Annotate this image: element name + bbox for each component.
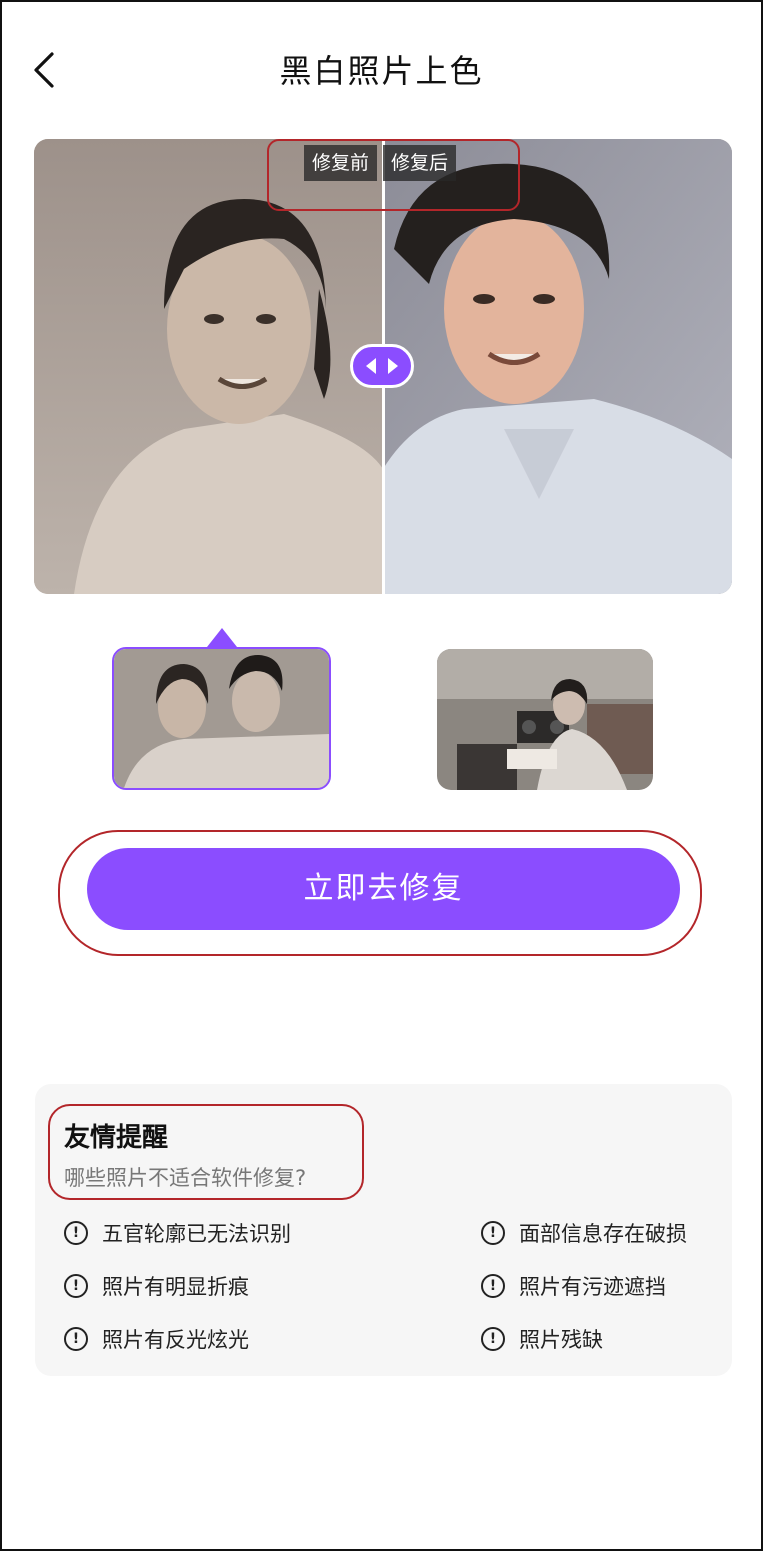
tips-title: 友情提醒: [64, 1123, 169, 1153]
sample-photo-woman-radio: [437, 649, 653, 790]
left-right-arrows-icon: [366, 358, 398, 374]
compare-slider-handle[interactable]: [350, 344, 414, 388]
tips-subtitle: 哪些照片不适合软件修复?: [64, 1166, 307, 1190]
after-label: 修复后: [383, 145, 457, 181]
exclamation-circle-icon: !: [64, 1327, 88, 1351]
tip-item: ! 面部信息存在破损: [481, 1218, 687, 1248]
sample-photo-couple: [114, 649, 329, 788]
tip-text: 五官轮廓已无法识别: [102, 1222, 291, 1246]
tip-item: ! 照片残缺: [481, 1324, 603, 1354]
exclamation-circle-icon: !: [481, 1221, 505, 1245]
tip-text: 面部信息存在破损: [519, 1222, 687, 1246]
sample-thumbnail-2[interactable]: [437, 649, 653, 790]
exclamation-circle-icon: !: [64, 1274, 88, 1298]
tip-text: 照片残缺: [519, 1328, 603, 1352]
tip-item: ! 照片有污迹遮挡: [481, 1271, 666, 1301]
tip-text: 照片有污迹遮挡: [519, 1275, 666, 1299]
app-screen: 黑白照片上色 修复前 修复后 立即去修复 友情提醒 哪些照片不适合软件修复? !…: [0, 0, 763, 1551]
exclamation-circle-icon: !: [481, 1327, 505, 1351]
tip-item: ! 照片有反光炫光: [64, 1324, 249, 1354]
exclamation-circle-icon: !: [481, 1274, 505, 1298]
tip-text: 照片有反光炫光: [102, 1328, 249, 1352]
sample-thumbnail-1[interactable]: [112, 647, 331, 790]
compare-labels: 修复前 修复后: [304, 145, 457, 181]
repair-now-button[interactable]: 立即去修复: [87, 848, 680, 930]
tip-item: ! 五官轮廓已无法识别: [64, 1218, 291, 1248]
exclamation-circle-icon: !: [64, 1221, 88, 1245]
tip-item: ! 照片有明显折痕: [64, 1271, 249, 1301]
before-label: 修复前: [304, 145, 378, 181]
tip-text: 照片有明显折痕: [102, 1275, 249, 1299]
page-title: 黑白照片上色: [279, 52, 484, 90]
selected-indicator: [207, 628, 237, 647]
